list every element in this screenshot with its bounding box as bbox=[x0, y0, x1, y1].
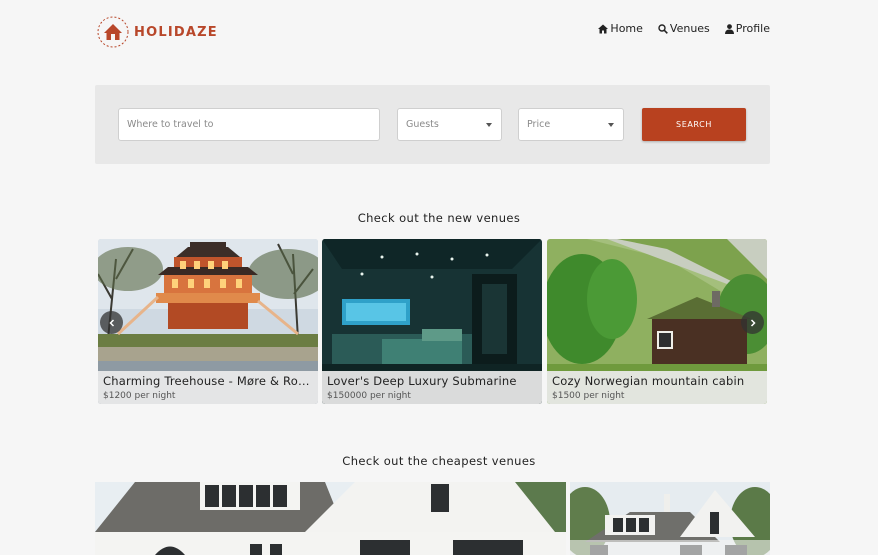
logo[interactable]: HOLIDAZE bbox=[95, 14, 218, 50]
venue-caption: Cozy Norwegian mountain cabin $1500 per … bbox=[547, 371, 767, 404]
cheap-venue-card[interactable] bbox=[95, 482, 566, 555]
venue-caption: Charming Treehouse - Møre & Romsdal $120… bbox=[98, 371, 318, 404]
destination-placeholder: Where to travel to bbox=[127, 119, 214, 130]
carousel-next-button[interactable] bbox=[741, 311, 764, 334]
nav-profile[interactable]: Profile bbox=[724, 22, 770, 35]
venue-price: $1200 per night bbox=[103, 391, 176, 401]
nav-home-label: Home bbox=[610, 22, 643, 35]
nav-home[interactable]: Home bbox=[598, 22, 643, 35]
venue-title: Lover's Deep Luxury Submarine bbox=[327, 374, 517, 388]
price-select[interactable]: Price bbox=[518, 108, 624, 141]
logo-badge-icon bbox=[95, 14, 131, 50]
search-button[interactable]: SEARCH bbox=[642, 108, 746, 141]
venue-title: Charming Treehouse - Møre & Romsdal bbox=[103, 374, 313, 388]
new-venues-carousel: Charming Treehouse - Møre & Romsdal $120… bbox=[98, 239, 767, 404]
nav-venues[interactable]: Venues bbox=[658, 22, 710, 35]
venue-caption: Lover's Deep Luxury Submarine $150000 pe… bbox=[322, 371, 542, 404]
carousel-prev-button[interactable] bbox=[100, 311, 123, 334]
chevron-down-icon bbox=[486, 123, 492, 127]
guests-select[interactable]: Guests bbox=[397, 108, 502, 141]
main-nav: Home Venues Profile bbox=[598, 22, 770, 35]
price-placeholder: Price bbox=[527, 119, 551, 130]
chevron-left-icon bbox=[108, 318, 114, 327]
venue-photo bbox=[95, 482, 566, 555]
venue-title: Cozy Norwegian mountain cabin bbox=[552, 374, 745, 388]
cheapest-venues-title: Check out the cheapest venues bbox=[342, 454, 536, 468]
site-header: HOLIDAZE Home Venues Profile bbox=[0, 0, 878, 66]
search-icon bbox=[658, 23, 668, 34]
user-icon bbox=[724, 23, 734, 34]
venue-card[interactable]: Cozy Norwegian mountain cabin $1500 per … bbox=[547, 239, 767, 404]
venue-card[interactable]: Charming Treehouse - Møre & Romsdal $120… bbox=[98, 239, 318, 404]
destination-input[interactable]: Where to travel to bbox=[118, 108, 380, 141]
guests-placeholder: Guests bbox=[406, 119, 439, 130]
search-panel: Where to travel to Guests Price SEARCH bbox=[95, 85, 770, 164]
home-icon bbox=[598, 24, 609, 33]
venue-price: $1500 per night bbox=[552, 391, 625, 401]
venue-card[interactable]: Lover's Deep Luxury Submarine $150000 pe… bbox=[322, 239, 542, 404]
cheap-venue-card[interactable] bbox=[570, 482, 770, 555]
venue-photo bbox=[570, 482, 770, 555]
new-venues-title: Check out the new venues bbox=[357, 211, 521, 225]
logo-text: HOLIDAZE bbox=[134, 24, 218, 40]
nav-venues-label: Venues bbox=[669, 22, 710, 35]
venue-price: $150000 per night bbox=[327, 391, 411, 401]
chevron-right-icon bbox=[750, 318, 756, 327]
nav-profile-label: Profile bbox=[735, 22, 770, 35]
chevron-down-icon bbox=[608, 123, 614, 127]
